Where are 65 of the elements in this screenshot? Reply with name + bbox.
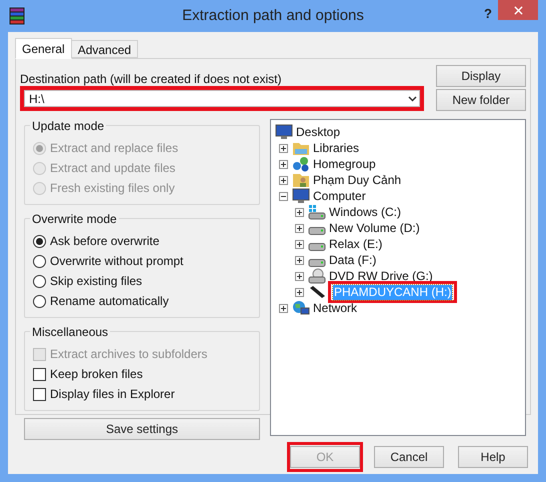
option-label: Ask before overwrite [50, 233, 160, 250]
dialog-button[interactable]: Help [458, 446, 528, 468]
option-label: Keep broken files [50, 366, 143, 383]
close-button[interactable] [498, 0, 538, 20]
expand-icon[interactable] [279, 160, 288, 168]
tree-item[interactable]: Libraries [312, 140, 360, 156]
disc-drive-icon [308, 268, 326, 284]
checkbox[interactable] [33, 368, 46, 380]
network-balls-icon [292, 156, 310, 172]
user-folder-icon [292, 172, 310, 188]
tree-item[interactable]: Relax (E:) [328, 236, 384, 252]
expand-icon[interactable] [295, 256, 304, 264]
expand-icon[interactable] [295, 224, 304, 232]
option-label: Display files in Explorer [50, 386, 175, 403]
drive-icon [308, 259, 326, 267]
radio-button[interactable] [33, 274, 46, 288]
destination-combobox[interactable]: H:\ [24, 90, 420, 107]
tab[interactable]: Advanced [70, 40, 138, 58]
drive-icon [308, 243, 326, 251]
tree-item[interactable]: Data (F:) [328, 252, 378, 268]
archive-books-icon [8, 7, 26, 25]
option-label: Rename automatically [50, 293, 169, 310]
field-label: Destination path (will be created if does not exist) [20, 71, 282, 86]
side-button[interactable]: Display [436, 65, 526, 87]
usb-drive-icon [308, 284, 326, 300]
monitor-icon [292, 188, 310, 204]
expand-icon[interactable] [295, 208, 304, 216]
expand-icon[interactable] [295, 240, 304, 248]
radio-button[interactable] [33, 254, 46, 268]
radio-button[interactable] [33, 294, 46, 308]
tree-item[interactable]: Homegroup [312, 156, 377, 172]
checkbox[interactable] [33, 388, 46, 400]
expand-icon[interactable] [295, 288, 304, 296]
dialog-button[interactable]: Cancel [374, 446, 444, 468]
drive-icon [308, 227, 326, 235]
expand-icon[interactable] [295, 272, 304, 280]
tree-item[interactable]: New Volume (D:) [328, 220, 421, 236]
expand-icon[interactable] [279, 176, 288, 184]
combobox-value: H:\ [29, 90, 46, 108]
globe-icon [292, 300, 310, 316]
save-settings-button[interactable]: Save settings [24, 418, 260, 440]
monitor-icon [275, 124, 293, 140]
tree-item[interactable]: Computer [312, 188, 367, 204]
tree-item[interactable]: Desktop [295, 124, 342, 140]
folder-icon [292, 140, 310, 156]
option-label: Extract archives to subfolders [50, 346, 208, 363]
tab[interactable]: General [15, 38, 72, 59]
option-label: Extract and replace files [50, 140, 178, 157]
tree-item[interactable]: Phạm Duy Cảnh [312, 172, 402, 188]
side-button[interactable]: New folder [436, 89, 526, 111]
option-label: Skip existing files [50, 273, 142, 290]
collapse-icon[interactable] [279, 192, 288, 200]
radio-button[interactable] [33, 234, 46, 248]
expand-icon[interactable] [279, 304, 288, 312]
window-title: Extraction path and options [182, 6, 364, 26]
expand-icon[interactable] [279, 144, 288, 152]
close-icon [514, 6, 522, 14]
option-label: Fresh existing files only [50, 180, 175, 197]
option-label: Extract and update files [50, 160, 176, 177]
tree-item[interactable]: Network [312, 300, 358, 316]
help-title-button[interactable]: ? [484, 4, 492, 24]
drive-icon [308, 204, 326, 220]
chevron-down-icon [408, 96, 417, 102]
option-label: Overwrite without prompt [50, 253, 184, 270]
tree-item[interactable]: Windows (C:) [328, 204, 402, 220]
